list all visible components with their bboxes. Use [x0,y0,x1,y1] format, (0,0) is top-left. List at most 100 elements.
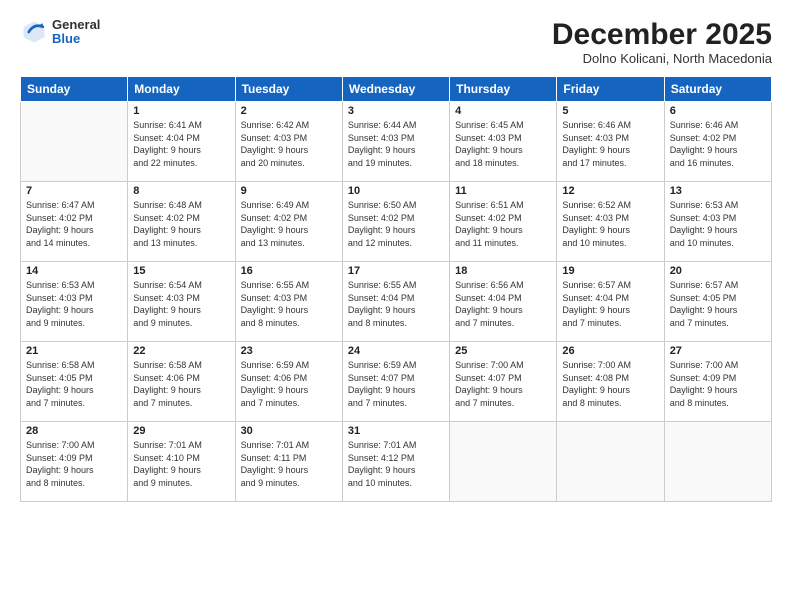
day-info: Sunrise: 7:00 AM Sunset: 4:09 PM Dayligh… [670,359,766,409]
day-number: 27 [670,345,766,357]
day-info: Sunrise: 6:57 AM Sunset: 4:05 PM Dayligh… [670,279,766,329]
calendar-cell: 28 Sunrise: 7:00 AM Sunset: 4:09 PM Dayli… [21,422,128,502]
month-title: December 2025 [552,18,772,51]
day-number: 9 [241,185,337,197]
calendar-body: 1 Sunrise: 6:41 AM Sunset: 4:04 PM Daylig… [21,102,772,502]
day-info: Sunrise: 6:55 AM Sunset: 4:03 PM Dayligh… [241,279,337,329]
week-row-4: 21 Sunrise: 6:58 AM Sunset: 4:05 PM Dayli… [21,342,772,422]
calendar-cell: 29Sunrise: 7:01 AM Sunset: 4:10 PM Dayli… [128,422,235,502]
day-number: 23 [241,345,337,357]
day-info: Sunrise: 7:01 AM Sunset: 4:11 PM Dayligh… [241,439,337,489]
day-number: 18 [455,265,551,277]
day-info: Sunrise: 6:59 AM Sunset: 4:07 PM Dayligh… [348,359,444,409]
day-info: Sunrise: 6:47 AM Sunset: 4:02 PM Dayligh… [26,199,122,249]
day-number: 30 [241,425,337,437]
calendar-cell: 7 Sunrise: 6:47 AM Sunset: 4:02 PM Daylig… [21,182,128,262]
day-info: Sunrise: 6:52 AM Sunset: 4:03 PM Dayligh… [562,199,658,249]
calendar-cell [557,422,664,502]
day-info: Sunrise: 6:59 AM Sunset: 4:06 PM Dayligh… [241,359,337,409]
calendar-cell: 27 Sunrise: 7:00 AM Sunset: 4:09 PM Dayli… [664,342,771,422]
calendar-cell: 16 Sunrise: 6:55 AM Sunset: 4:03 PM Dayli… [235,262,342,342]
day-number: 26 [562,345,658,357]
col-friday: Friday [557,77,664,102]
calendar-cell: 9Sunrise: 6:49 AM Sunset: 4:02 PM Daylig… [235,182,342,262]
logo-icon [20,18,48,46]
day-info: Sunrise: 6:54 AM Sunset: 4:03 PM Dayligh… [133,279,229,329]
day-info: Sunrise: 6:50 AM Sunset: 4:02 PM Dayligh… [348,199,444,249]
day-number: 16 [241,265,337,277]
day-info: Sunrise: 6:48 AM Sunset: 4:02 PM Dayligh… [133,199,229,249]
day-number: 20 [670,265,766,277]
day-info: Sunrise: 6:53 AM Sunset: 4:03 PM Dayligh… [670,199,766,249]
logo: General Blue [20,18,100,47]
day-number: 2 [241,105,337,117]
day-number: 8 [133,185,229,197]
day-number: 25 [455,345,551,357]
calendar-cell [664,422,771,502]
day-number: 14 [26,265,122,277]
calendar-table: Sunday Monday Tuesday Wednesday Thursday… [20,76,772,502]
day-number: 7 [26,185,122,197]
calendar-cell: 14 Sunrise: 6:53 AM Sunset: 4:03 PM Dayli… [21,262,128,342]
col-thursday: Thursday [450,77,557,102]
day-number: 3 [348,105,444,117]
day-info: Sunrise: 6:58 AM Sunset: 4:06 PM Dayligh… [133,359,229,409]
day-number: 22 [133,345,229,357]
logo-blue-text: Blue [52,32,100,46]
day-info: Sunrise: 6:56 AM Sunset: 4:04 PM Dayligh… [455,279,551,329]
day-info: Sunrise: 7:00 AM Sunset: 4:08 PM Dayligh… [562,359,658,409]
day-number: 6 [670,105,766,117]
day-number: 12 [562,185,658,197]
calendar-cell: 17 Sunrise: 6:55 AM Sunset: 4:04 PM Dayli… [342,262,449,342]
calendar-cell [21,102,128,182]
calendar-cell: 5 Sunrise: 6:46 AM Sunset: 4:03 PM Daylig… [557,102,664,182]
day-number: 1 [133,105,229,117]
day-number: 29 [133,425,229,437]
week-row-5: 28 Sunrise: 7:00 AM Sunset: 4:09 PM Dayli… [21,422,772,502]
day-info: Sunrise: 6:42 AM Sunset: 4:03 PM Dayligh… [241,119,337,169]
calendar-cell: 21 Sunrise: 6:58 AM Sunset: 4:05 PM Dayli… [21,342,128,422]
day-info: Sunrise: 7:00 AM Sunset: 4:09 PM Dayligh… [26,439,122,489]
day-number: 19 [562,265,658,277]
day-info: Sunrise: 7:00 AM Sunset: 4:07 PM Dayligh… [455,359,551,409]
week-row-1: 1 Sunrise: 6:41 AM Sunset: 4:04 PM Daylig… [21,102,772,182]
header-row: Sunday Monday Tuesday Wednesday Thursday… [21,77,772,102]
calendar-cell: 1 Sunrise: 6:41 AM Sunset: 4:04 PM Daylig… [128,102,235,182]
week-row-2: 7 Sunrise: 6:47 AM Sunset: 4:02 PM Daylig… [21,182,772,262]
calendar-cell [450,422,557,502]
calendar-header: Sunday Monday Tuesday Wednesday Thursday… [21,77,772,102]
day-number: 13 [670,185,766,197]
title-block: December 2025 Dolno Kolicani, North Mace… [552,18,772,66]
day-info: Sunrise: 6:57 AM Sunset: 4:04 PM Dayligh… [562,279,658,329]
col-sunday: Sunday [21,77,128,102]
day-info: Sunrise: 6:55 AM Sunset: 4:04 PM Dayligh… [348,279,444,329]
calendar-cell: 23 Sunrise: 6:59 AM Sunset: 4:06 PM Dayli… [235,342,342,422]
logo-general-text: General [52,18,100,32]
logo-text: General Blue [52,18,100,47]
calendar-cell: 31Sunrise: 7:01 AM Sunset: 4:12 PM Dayli… [342,422,449,502]
day-info: Sunrise: 6:53 AM Sunset: 4:03 PM Dayligh… [26,279,122,329]
col-monday: Monday [128,77,235,102]
day-info: Sunrise: 6:58 AM Sunset: 4:05 PM Dayligh… [26,359,122,409]
calendar-cell: 15 Sunrise: 6:54 AM Sunset: 4:03 PM Dayli… [128,262,235,342]
calendar-cell: 22 Sunrise: 6:58 AM Sunset: 4:06 PM Dayli… [128,342,235,422]
col-tuesday: Tuesday [235,77,342,102]
day-number: 17 [348,265,444,277]
page: General Blue December 2025 Dolno Kolican… [0,0,792,612]
day-number: 15 [133,265,229,277]
header: General Blue December 2025 Dolno Kolican… [20,18,772,66]
day-info: Sunrise: 6:46 AM Sunset: 4:03 PM Dayligh… [562,119,658,169]
calendar-cell: 30 Sunrise: 7:01 AM Sunset: 4:11 PM Dayli… [235,422,342,502]
calendar-cell: 2 Sunrise: 6:42 AM Sunset: 4:03 PM Daylig… [235,102,342,182]
day-number: 28 [26,425,122,437]
week-row-3: 14 Sunrise: 6:53 AM Sunset: 4:03 PM Dayli… [21,262,772,342]
day-number: 5 [562,105,658,117]
day-info: Sunrise: 6:41 AM Sunset: 4:04 PM Dayligh… [133,119,229,169]
calendar-cell: 25 Sunrise: 7:00 AM Sunset: 4:07 PM Dayli… [450,342,557,422]
calendar-cell: 8 Sunrise: 6:48 AM Sunset: 4:02 PM Daylig… [128,182,235,262]
day-number: 4 [455,105,551,117]
day-number: 31 [348,425,444,437]
day-number: 21 [26,345,122,357]
calendar-cell: 26 Sunrise: 7:00 AM Sunset: 4:08 PM Dayli… [557,342,664,422]
col-wednesday: Wednesday [342,77,449,102]
